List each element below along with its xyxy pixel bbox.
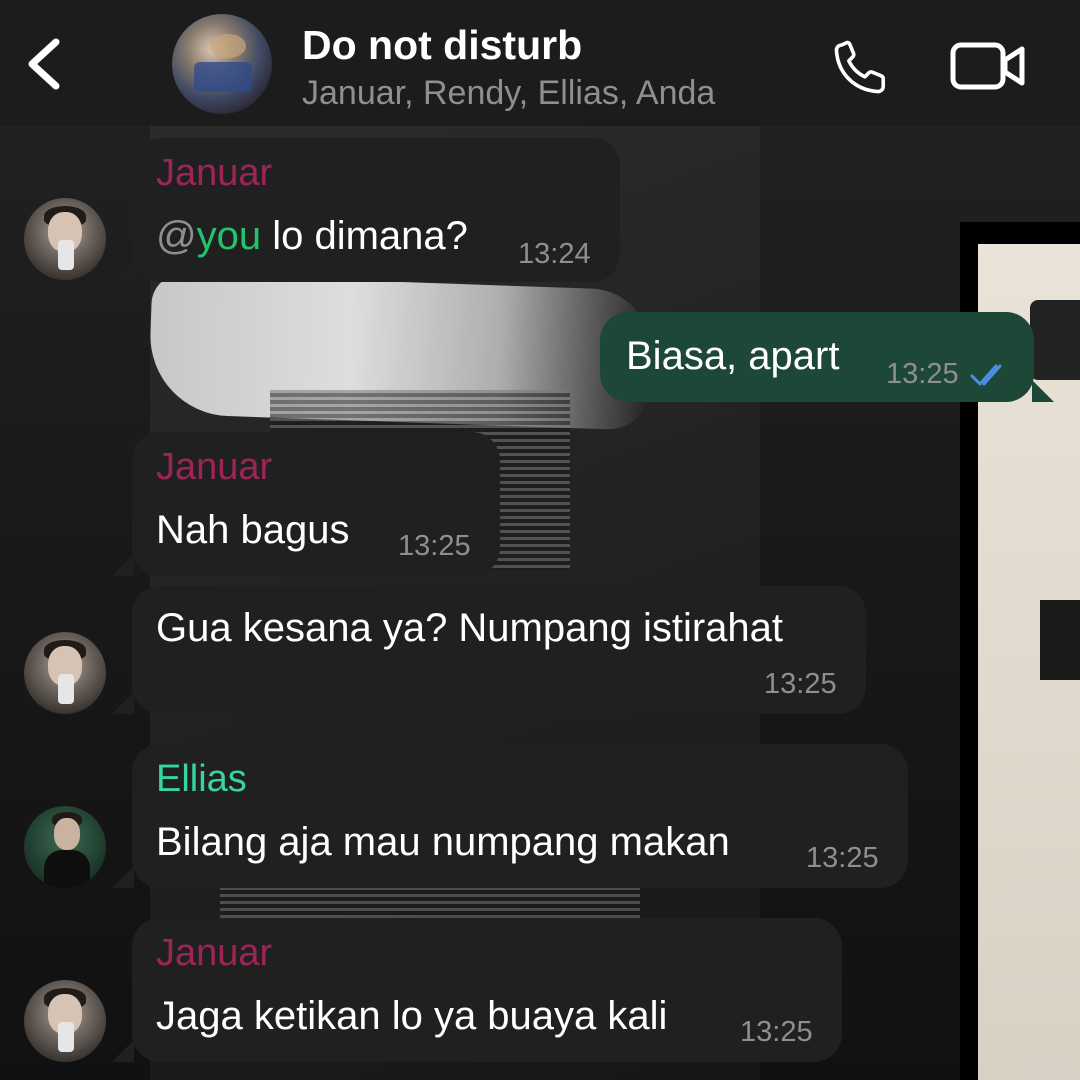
voice-call-button[interactable] [830, 36, 892, 98]
message-time: 13:25 [806, 842, 879, 874]
phone-icon [834, 40, 886, 94]
outgoing-message-bubble[interactable]: Biasa, apart 13:25 [600, 312, 1054, 402]
sender-name: Januar [156, 152, 273, 194]
wallpaper-mark [1040, 600, 1080, 680]
avatar-januar[interactable] [24, 632, 106, 714]
chat-header: Do not disturb Januar, Rendy, Ellias, An… [0, 0, 1080, 126]
group-avatar[interactable] [172, 14, 272, 114]
chat-title[interactable]: Do not disturb [302, 22, 582, 69]
message-time: 13:25 [886, 358, 959, 390]
chat-members[interactable]: Januar, Rendy, Ellias, Anda [302, 74, 715, 113]
message-text-body: lo dimana? [261, 214, 468, 258]
message-text: Gua kesana ya? Numpang istirahat [156, 606, 784, 650]
avatar-januar[interactable] [24, 980, 106, 1062]
message-time: 13:25 [740, 1016, 813, 1048]
video-call-button[interactable] [950, 40, 1026, 92]
mention-prefix: @ [156, 214, 197, 258]
message-text: Nah bagus [156, 508, 350, 552]
message-bubble[interactable]: Januar @you lo dimana? 13:24 [112, 138, 620, 282]
message-text: Bilang aja mau numpang makan [156, 820, 730, 864]
double-check-icon [970, 364, 1002, 386]
message-text: Jaga ketikan lo ya buaya kali [156, 994, 668, 1038]
sender-name: Ellias [156, 758, 247, 800]
message-text: Biasa, apart [626, 334, 840, 378]
message-bubble[interactable]: Januar Nah bagus 13:25 [112, 432, 500, 576]
video-camera-icon [950, 42, 1025, 90]
message-time: 13:25 [398, 530, 471, 562]
message-bubble[interactable]: Ellias Bilang aja mau numpang makan 13:2… [112, 744, 908, 888]
message-bubble[interactable]: Gua kesana ya? Numpang istirahat 13:25 [112, 586, 866, 714]
chevron-left-icon [28, 38, 60, 90]
mention[interactable]: you [197, 214, 262, 258]
message-time: 13:25 [764, 668, 837, 700]
message-bubble[interactable]: Januar Jaga ketikan lo ya buaya kali 13:… [112, 918, 842, 1062]
message-time: 13:24 [518, 238, 591, 270]
wallpaper-mark [1030, 300, 1080, 380]
sender-name: Januar [156, 446, 273, 488]
avatar-januar[interactable] [24, 198, 106, 280]
back-button[interactable] [22, 34, 70, 94]
avatar-ellias[interactable] [24, 806, 106, 888]
sender-name: Januar [156, 932, 273, 974]
message-text: @you lo dimana? [156, 214, 468, 259]
